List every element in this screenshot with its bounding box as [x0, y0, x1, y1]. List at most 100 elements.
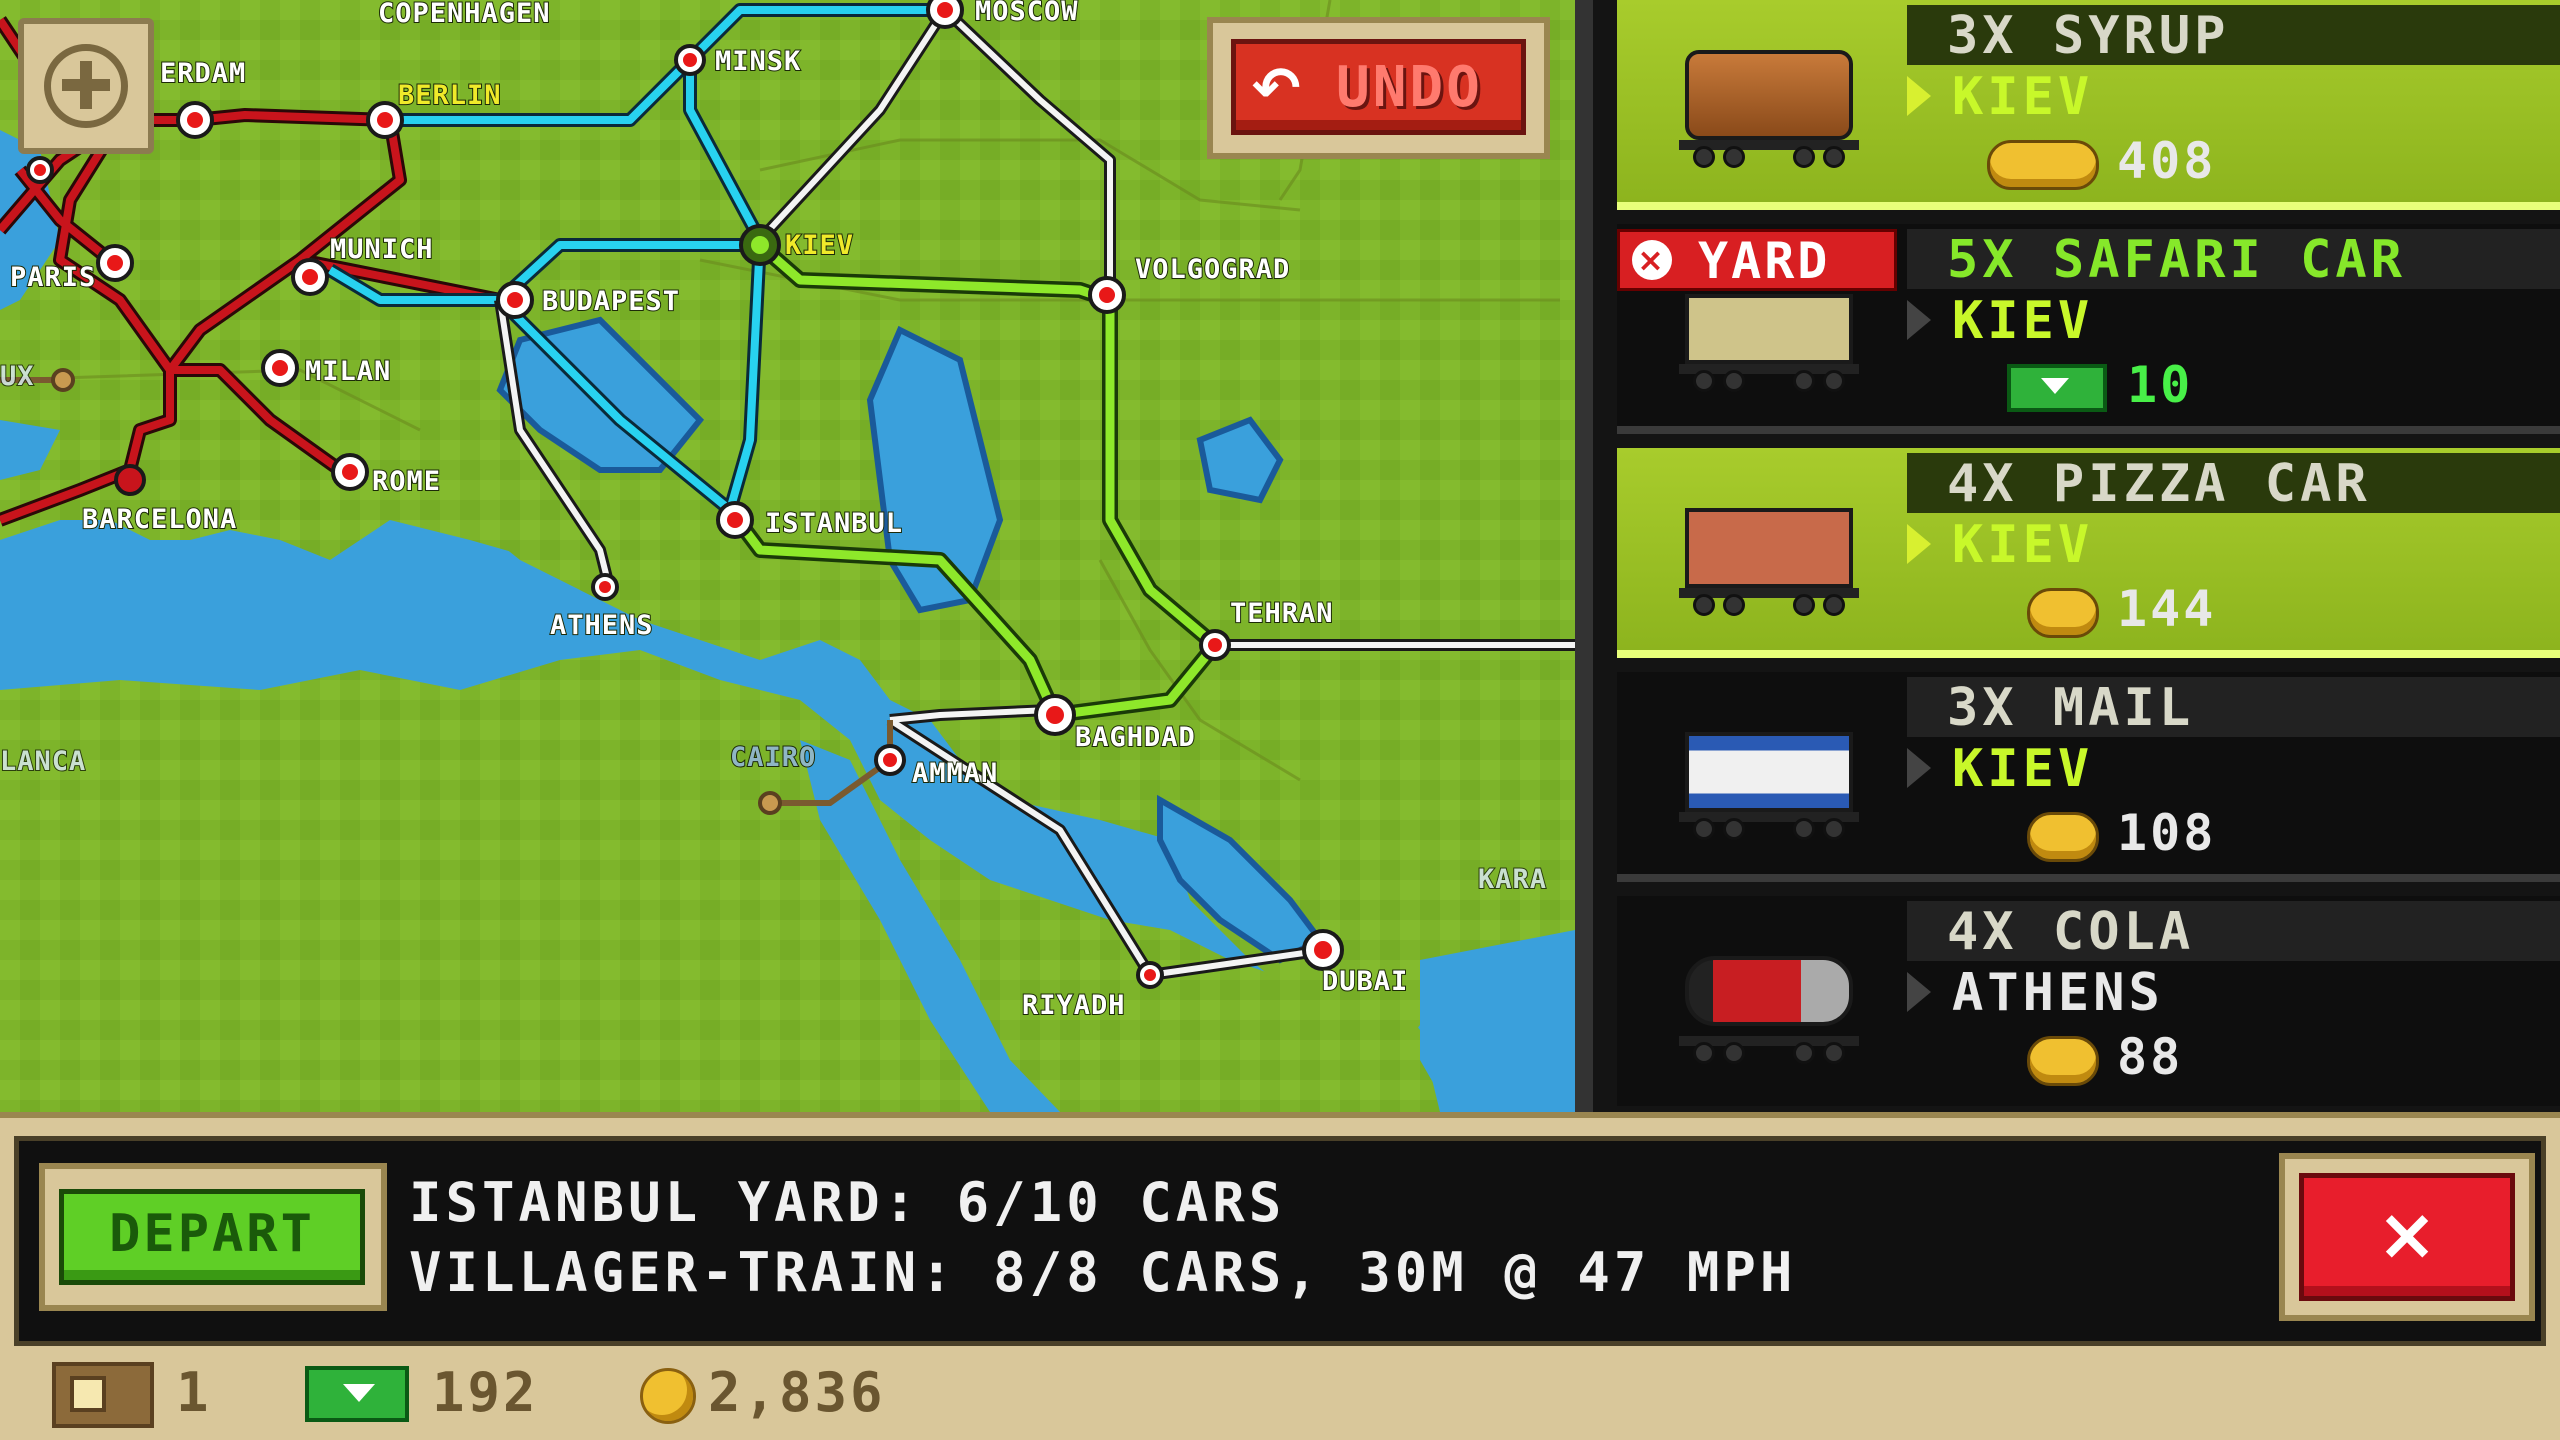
- city-label-budapest: BUDAPEST: [542, 286, 680, 317]
- close-frame: ×: [2279, 1153, 2535, 1321]
- coin-stack-icon: [1987, 140, 2099, 190]
- destination-arrow-icon: [1907, 748, 1931, 788]
- wheel: [1823, 818, 1845, 840]
- city-label-munich: MUNICH: [330, 234, 434, 265]
- cargo-card[interactable]: 4X PIZZA CAR KIEV 144: [1617, 448, 2560, 658]
- cargo-title: 3X SYRUP: [1907, 5, 2560, 66]
- city-label-cairo: CAIRO: [730, 742, 816, 773]
- city-label-istanbul: ISTANBUL: [765, 508, 903, 539]
- city-label-barcelona: BARCELONA: [82, 504, 237, 535]
- cola-car-icon: [1679, 936, 1859, 1066]
- close-button[interactable]: ×: [2299, 1173, 2515, 1301]
- city-label-paris: PARIS: [10, 262, 96, 293]
- city-label-copenhagen: COPENHAGEN: [378, 0, 551, 29]
- map-canvas[interactable]: COPENHAGEN MOSCOW ERDAM BERLIN MINSK PAR…: [0, 0, 1575, 1112]
- tank-car-icon: [1679, 40, 1859, 170]
- city-label-baghdad: BAGHDAD: [1075, 722, 1196, 753]
- cargo-reward: 408: [2117, 132, 2217, 190]
- train-status-text: VILLAGER-TRAIN: 8/8 CARS, 30M @ 47 MPH: [409, 1241, 1797, 1304]
- wheel: [1723, 146, 1745, 168]
- undo-frame: ↶ UNDO: [1207, 17, 1550, 159]
- cargo-destination: KIEV: [1952, 67, 2094, 127]
- depart-frame: DEPART: [39, 1163, 387, 1311]
- cargo-destination: ATHENS: [1952, 963, 2164, 1023]
- close-icon: ×: [2376, 1192, 2438, 1276]
- wheel: [1823, 370, 1845, 392]
- cargo-destination: KIEV: [1952, 291, 2094, 351]
- city-label-riyadh: RIYADH: [1022, 990, 1126, 1021]
- cash-count: 192: [432, 1361, 539, 1424]
- cargo-reward: 88: [2117, 1028, 2184, 1086]
- mail-car-icon: [1679, 712, 1859, 842]
- city-label-lux: UX: [0, 361, 35, 392]
- city-label-moscow: MOSCOW: [975, 0, 1079, 27]
- pizza-car-icon: [1679, 488, 1859, 618]
- city-label-tehran: TEHRAN: [1230, 598, 1334, 629]
- undo-arrow-icon: ↶: [1252, 54, 1301, 122]
- cargo-title: 5X SAFARI CAR: [1907, 229, 2560, 290]
- wheel: [1793, 146, 1815, 168]
- pizza-car-body: [1685, 508, 1853, 588]
- wheel: [1693, 146, 1715, 168]
- city-label-athens: ATHENS: [550, 610, 654, 641]
- city-label-milan: MILAN: [305, 356, 391, 387]
- safari-car-body: [1685, 294, 1853, 364]
- tile-icon: [52, 1362, 154, 1428]
- cargo-destination: KIEV: [1952, 515, 2094, 575]
- cargo-title: 4X PIZZA CAR: [1907, 453, 2560, 514]
- destination-arrow-icon: [1907, 76, 1931, 116]
- wheel: [1793, 594, 1815, 616]
- wheel: [1693, 594, 1715, 616]
- bottom-bar: DEPART ISTANBUL YARD: 6/10 CARS VILLAGER…: [0, 1112, 2560, 1440]
- wheel: [1723, 1042, 1745, 1064]
- wheel: [1793, 818, 1815, 840]
- coin-icon: [2027, 1036, 2099, 1086]
- cash-icon: [2007, 364, 2107, 412]
- undo-label: UNDO: [1336, 55, 1483, 120]
- city-label-kiev: KIEV: [785, 230, 854, 261]
- city-label-casablanca: LANCA: [0, 746, 86, 777]
- zoom-in-button[interactable]: [18, 18, 154, 154]
- destination-arrow-icon: [1907, 300, 1931, 340]
- cargo-list-panel[interactable]: 3X SYRUP KIEV 408 × YARD 5X SAFARI CAR K…: [1575, 0, 2560, 1112]
- cargo-card[interactable]: × YARD 5X SAFARI CAR KIEV 10: [1617, 224, 2560, 434]
- wheel: [1693, 370, 1715, 392]
- wheel: [1723, 818, 1745, 840]
- coin-icon: [2027, 588, 2099, 638]
- city-label-berlin: BERLIN: [398, 80, 502, 111]
- coin-count: 2,836: [708, 1361, 886, 1424]
- game-screen: COPENHAGEN MOSCOW ERDAM BERLIN MINSK PAR…: [0, 0, 2560, 1440]
- coin-icon: [2027, 812, 2099, 862]
- cargo-card[interactable]: 4X COLA ATHENS 88: [1617, 896, 2560, 1106]
- yard-badge-label: YARD: [1698, 232, 1831, 290]
- city-label-amsterdam: ERDAM: [160, 58, 246, 89]
- wheel: [1823, 146, 1845, 168]
- tiles-count: 1: [176, 1361, 212, 1424]
- route-map[interactable]: COPENHAGEN MOSCOW ERDAM BERLIN MINSK PAR…: [0, 0, 1575, 1112]
- wheel: [1693, 1042, 1715, 1064]
- zoom-plus-vertical: [80, 61, 92, 109]
- city-label-minsk: MINSK: [715, 46, 801, 77]
- cargo-reward: 108: [2117, 804, 2217, 862]
- train-info-box: DEPART ISTANBUL YARD: 6/10 CARS VILLAGER…: [14, 1136, 2546, 1346]
- city-label-volgograd: VOLGOGRAD: [1135, 254, 1290, 285]
- coin-icon: [640, 1368, 696, 1424]
- cargo-reward: 144: [2117, 580, 2217, 638]
- cargo-card[interactable]: 3X SYRUP KIEV 408: [1617, 0, 2560, 210]
- cargo-title: 3X MAIL: [1907, 677, 2560, 738]
- undo-button[interactable]: ↶ UNDO: [1231, 39, 1526, 135]
- city-label-dubai: DUBAI: [1322, 966, 1408, 997]
- wheel: [1723, 370, 1745, 392]
- wheel: [1723, 594, 1745, 616]
- mail-car-body: [1685, 732, 1853, 812]
- wheel: [1823, 1042, 1845, 1064]
- tank-car-body: [1685, 50, 1853, 140]
- cargo-reward: 10: [2127, 356, 2194, 414]
- yard-badge[interactable]: × YARD: [1617, 229, 1897, 291]
- wheel: [1793, 370, 1815, 392]
- city-label-rome: ROME: [372, 466, 441, 497]
- cargo-card[interactable]: 3X MAIL KIEV 108: [1617, 672, 2560, 882]
- city-label-amman: AMMAN: [912, 758, 998, 789]
- close-icon: ×: [1632, 240, 1672, 280]
- depart-button[interactable]: DEPART: [59, 1189, 365, 1285]
